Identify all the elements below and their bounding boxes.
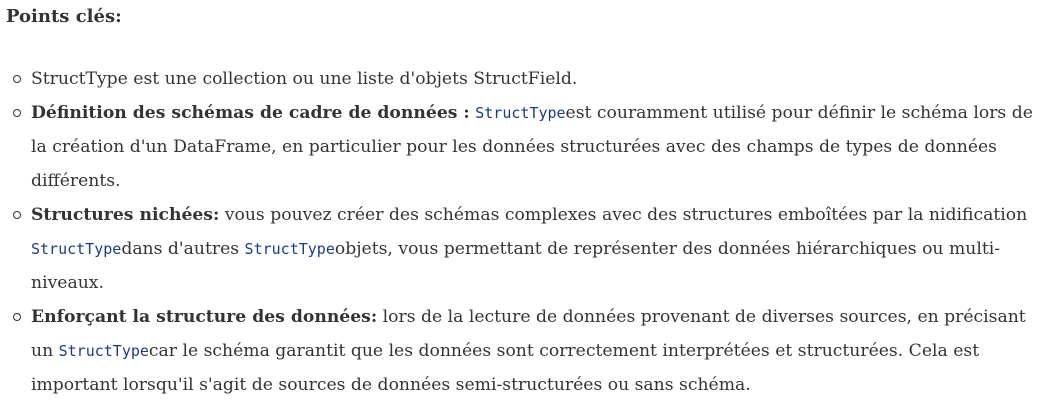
key-points-list: StructType est une collection ou une lis…: [0, 62, 1040, 402]
list-item-structtype-definition: StructType est une collection ou une lis…: [0, 62, 1040, 96]
list-item-enforcing-structure: Enforçant la structure des données: lors…: [0, 300, 1040, 402]
item-text: vous pouvez créer des schémas complexes …: [219, 205, 1028, 225]
item-title: Définition des schémas de cadre de donné…: [31, 103, 470, 123]
code-inline: StructType: [58, 342, 149, 360]
bullet-circle-icon: [13, 313, 21, 321]
item-text: dans d'autres: [121, 239, 245, 259]
code-inline: StructType: [475, 104, 566, 122]
item-text: StructType est une collection ou une lis…: [31, 69, 578, 89]
bullet-circle-icon: [13, 211, 21, 219]
item-title: Enforçant la structure des données:: [31, 307, 378, 327]
item-title: Structures nichées:: [31, 205, 220, 225]
item-text: car le schéma garantit que les données s…: [31, 341, 980, 395]
list-item-schema-definition: Définition des schémas de cadre de donné…: [0, 96, 1040, 198]
section-heading: Points clés:: [6, 6, 122, 27]
list-item-nested-structures: Structures nichées: vous pouvez créer de…: [0, 198, 1040, 300]
bullet-circle-icon: [13, 75, 21, 83]
code-inline: StructType: [244, 240, 335, 258]
bullet-circle-icon: [13, 109, 21, 117]
code-inline: StructType: [31, 240, 122, 258]
